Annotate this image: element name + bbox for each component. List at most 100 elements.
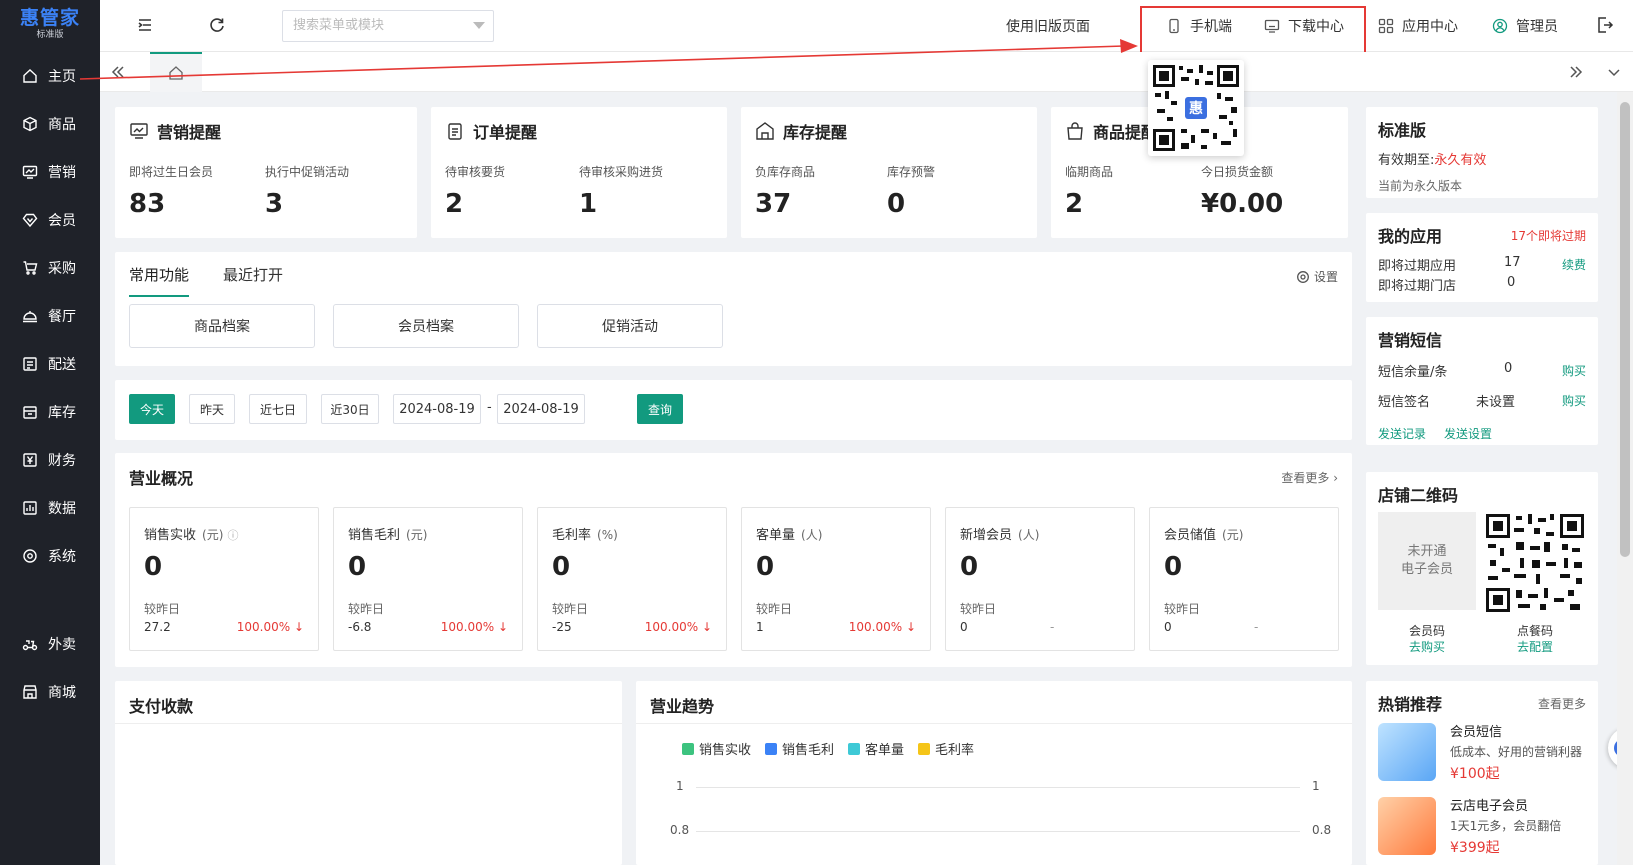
yesterday-button[interactable]: 昨天 (189, 394, 235, 424)
stat-prev-value: 1 (756, 620, 764, 634)
stat-card[interactable]: 会员储值 (元) 0 较昨日 0 - (1149, 507, 1339, 651)
ecard-product-image[interactable] (1378, 797, 1436, 855)
last30-button[interactable]: 近30日 (321, 394, 379, 424)
mobile-qr-popover: 惠 (1148, 60, 1244, 156)
hot-item-price: ¥399起 (1450, 840, 1500, 856)
expiring-badge[interactable]: 17个即将过期 (1511, 227, 1586, 244)
buy-link[interactable]: 购买 (1562, 362, 1586, 379)
double-chevron-left-icon[interactable] (110, 64, 126, 80)
menu-search-select[interactable]: 搜索菜单或模块 (282, 10, 494, 42)
sidebar-item-system[interactable]: 系统 (0, 532, 100, 580)
end-date-input[interactable]: 2024-08-19 (497, 394, 585, 424)
member-code-buy-link[interactable]: 去购买 (1378, 638, 1476, 655)
scrollbar-thumb[interactable] (1620, 102, 1630, 557)
stat-name: 销售毛利 (元) (348, 528, 428, 543)
sidebar-item-delivery[interactable]: 配送 (0, 340, 100, 388)
sidebar-item-data[interactable]: 数据 (0, 484, 100, 532)
sidebar-item-goods[interactable]: 商品 (0, 100, 100, 148)
function-settings-button[interactable]: 设置 (1296, 268, 1338, 285)
member-archive-button[interactable]: 会员档案 (333, 304, 519, 348)
refresh-icon[interactable] (206, 14, 228, 36)
stat-compare-label: 较昨日 (1164, 602, 1201, 616)
reminder-title: 商品提醒 (1065, 119, 1157, 143)
reminder-value[interactable]: 37 (755, 189, 791, 219)
legend-item[interactable]: 销售毛利 (765, 739, 834, 758)
stat-value: 0 (960, 552, 979, 582)
promotion-button[interactable]: 促销活动 (537, 304, 723, 348)
stat-change: - (1254, 620, 1259, 634)
stat-card[interactable]: 客单量 (人) 0 较昨日 1 100.00% ↓ (741, 507, 931, 651)
sidebar-item-mall[interactable]: 商城 (0, 668, 100, 716)
today-button[interactable]: 今天 (129, 394, 175, 424)
sidebar-item-restaurant[interactable]: 餐厅 (0, 292, 100, 340)
reminder-value[interactable]: 2 (1065, 189, 1083, 219)
tab-common-functions[interactable]: 常用功能 (129, 264, 190, 297)
my-apps-card: 我的应用 17个即将过期 即将过期应用 17 续费 即将过期门店 0 (1366, 213, 1598, 302)
marketing-sms-card: 营销短信 短信余量/条 0 购买 短信签名 未设置 购买 发送记录 发送设置 (1366, 317, 1598, 445)
chart-screen-icon (130, 123, 148, 139)
menu-collapse-icon[interactable] (134, 14, 156, 36)
send-settings-link[interactable]: 发送设置 (1444, 425, 1492, 442)
order-code-config-link[interactable]: 去配置 (1484, 638, 1586, 655)
legend-item[interactable]: 销售实收 (682, 739, 751, 758)
page-scrollbar[interactable] (1617, 92, 1633, 865)
last7-button[interactable]: 近七日 (249, 394, 307, 424)
goods-archive-button[interactable]: 商品档案 (129, 304, 315, 348)
sms-product-image[interactable] (1378, 723, 1436, 781)
tab-home[interactable] (150, 52, 202, 92)
reminder-value[interactable]: 83 (129, 189, 165, 219)
sidebar-item-purchase[interactable]: 采购 (0, 244, 100, 292)
start-date-input[interactable]: 2024-08-19 (393, 394, 481, 424)
shop-icon (23, 685, 37, 699)
reminder-card-orders: 订单提醒 待审核要货 待审核采购进货 2 1 (431, 107, 727, 238)
send-records-link[interactable]: 发送记录 (1378, 425, 1426, 442)
hot-item-name[interactable]: 会员短信 (1450, 721, 1502, 740)
sidebar-item-takeout[interactable]: 外卖 (0, 620, 100, 668)
hot-more-link[interactable]: 查看更多 (1538, 695, 1586, 712)
stat-card[interactable]: 新增会员 (人) 0 较昨日 0 - (945, 507, 1135, 651)
delivery-icon (23, 357, 37, 371)
buy-link[interactable]: 购买 (1562, 392, 1586, 409)
stat-name: 毛利率 (%) (552, 528, 618, 543)
reminder-value[interactable]: ¥0.00 (1201, 189, 1283, 219)
hot-item-desc: 1天1元多，会员翻倍 (1450, 819, 1562, 833)
query-button[interactable]: 查询 (637, 394, 683, 424)
stat-card[interactable]: 销售毛利 (元) 0 较昨日 -6.8 100.00% ↓ (333, 507, 523, 651)
old-version-link[interactable]: 使用旧版页面 (1006, 0, 1090, 52)
stat-card[interactable]: 销售实收 (元) ⓘ 0 较昨日 27.2 100.00% ↓ (129, 507, 319, 651)
grid-line (696, 831, 1300, 832)
logout-icon[interactable] (1596, 16, 1614, 34)
reminder-value[interactable]: 0 (887, 189, 905, 219)
reminder-value[interactable]: 3 (265, 189, 283, 219)
common-functions-card: 常用功能 最近打开 设置 商品档案 会员档案 促销活动 (115, 252, 1352, 366)
sidebar-item-label: 数据 (48, 501, 76, 517)
app-center-button[interactable]: 应用中心 (1378, 0, 1458, 52)
tab-recent-opened[interactable]: 最近打开 (223, 264, 283, 297)
overview-more-link[interactable]: 查看更多 › (1281, 469, 1338, 486)
chevron-down-icon[interactable] (1606, 64, 1622, 80)
reminder-value[interactable]: 1 (579, 189, 597, 219)
sidebar-item-finance[interactable]: 财务 (0, 436, 100, 484)
overview-title: 营业概况 (129, 469, 194, 488)
logo[interactable]: 惠管家 标准版 (0, 0, 100, 48)
sidebar-item-home[interactable]: 主页 (0, 52, 100, 100)
renew-link[interactable]: 续费 (1562, 256, 1586, 273)
sidebar-item-marketing[interactable]: 营销 (0, 148, 100, 196)
stat-card[interactable]: 毛利率 (%) 0 较昨日 -25 100.00% ↓ (537, 507, 727, 651)
sidebar-item-inventory[interactable]: 库存 (0, 388, 100, 436)
y-tick-right: 1 (1312, 779, 1320, 793)
sidebar-item-label: 营销 (48, 165, 76, 181)
legend-item[interactable]: 客单量 (848, 739, 904, 758)
double-chevron-right-icon[interactable] (1568, 64, 1584, 80)
store-qr-title: 店铺二维码 (1378, 486, 1459, 505)
reminder-value[interactable]: 2 (445, 189, 463, 219)
legend-item[interactable]: 毛利率 (918, 739, 974, 758)
admin-user-button[interactable]: 管理员 (1492, 0, 1558, 52)
edition-title: 标准版 (1378, 121, 1427, 140)
hot-item-name[interactable]: 云店电子会员 (1450, 795, 1528, 814)
sidebar-item-member[interactable]: 会员 (0, 196, 100, 244)
help-icon[interactable]: ⓘ (228, 529, 239, 542)
hot-title: 热销推荐 (1378, 695, 1443, 714)
highlight-box (1140, 6, 1366, 56)
reminder-title: 订单提醒 (445, 119, 537, 143)
